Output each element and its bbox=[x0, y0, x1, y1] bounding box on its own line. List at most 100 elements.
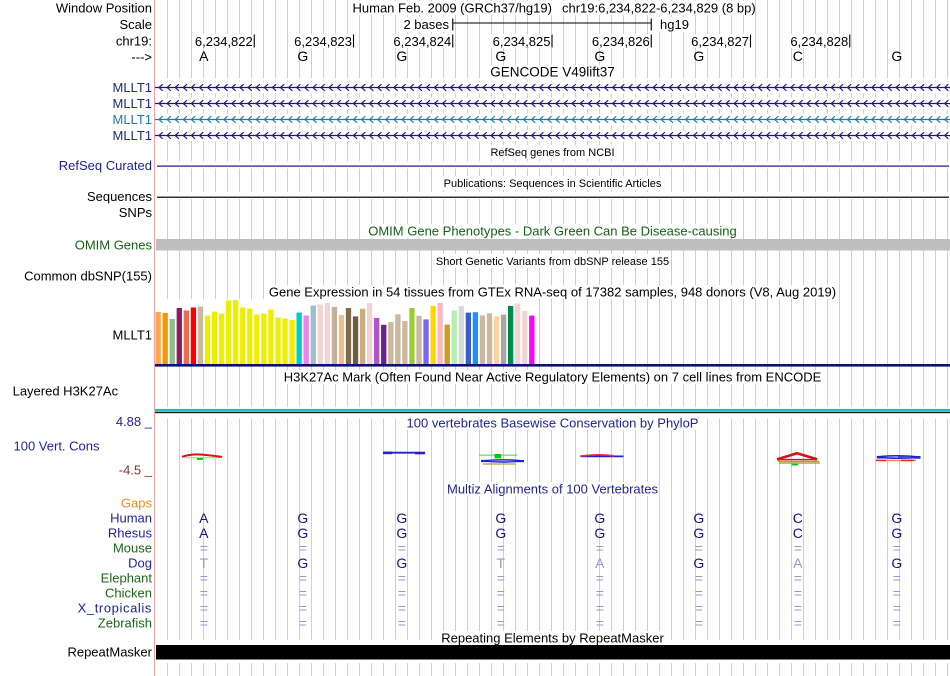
svg-text:Scale: Scale bbox=[119, 17, 152, 32]
svg-text:=: = bbox=[200, 615, 208, 631]
svg-text:6,234,825: 6,234,825 bbox=[493, 34, 551, 49]
svg-text:=: = bbox=[200, 585, 208, 601]
svg-text:X_tropicalis: X_tropicalis bbox=[78, 601, 152, 616]
svg-text:100 vertebrates Basewise Conse: 100 vertebrates Basewise Conservation by… bbox=[407, 416, 699, 431]
svg-text:=: = bbox=[695, 540, 703, 556]
svg-text:=: = bbox=[497, 615, 505, 631]
svg-text:MLLT1: MLLT1 bbox=[113, 328, 153, 343]
svg-text:MLLT1: MLLT1 bbox=[113, 80, 153, 95]
svg-text:=: = bbox=[497, 570, 505, 586]
svg-text:Publications: Sequences in Sci: Publications: Sequences in Scientific Ar… bbox=[444, 178, 662, 190]
svg-text:=: = bbox=[695, 585, 703, 601]
svg-text:G: G bbox=[594, 48, 605, 64]
svg-text:=: = bbox=[596, 615, 604, 631]
svg-text:GENCODE V49lift37: GENCODE V49lift37 bbox=[490, 65, 615, 80]
svg-text:=: = bbox=[893, 570, 901, 586]
svg-text:H3K27Ac Mark (Often Found Near: H3K27Ac Mark (Often Found Near Active Re… bbox=[284, 370, 822, 385]
svg-text:=: = bbox=[497, 600, 505, 616]
svg-text:G: G bbox=[396, 48, 407, 64]
svg-text:=: = bbox=[299, 585, 307, 601]
svg-text:G: G bbox=[693, 555, 704, 571]
svg-text:C: C bbox=[793, 48, 803, 64]
svg-text:MLLT1: MLLT1 bbox=[113, 128, 153, 143]
svg-text:=: = bbox=[299, 540, 307, 556]
svg-text:OMIM Genes: OMIM Genes bbox=[75, 238, 153, 253]
svg-text:=: = bbox=[398, 570, 406, 586]
svg-text:=: = bbox=[497, 540, 505, 556]
svg-text:G: G bbox=[495, 510, 506, 526]
svg-text:A: A bbox=[793, 555, 803, 571]
svg-text:6,234,823: 6,234,823 bbox=[294, 34, 352, 49]
svg-text:G: G bbox=[396, 555, 407, 571]
svg-text:G: G bbox=[297, 510, 308, 526]
svg-text:OMIM Gene Phenotypes - Dark Gr: OMIM Gene Phenotypes - Dark Green Can Be… bbox=[368, 224, 737, 239]
svg-text:=: = bbox=[596, 540, 604, 556]
svg-text:=: = bbox=[200, 570, 208, 586]
svg-text:Multiz Alignments of 100 Verte: Multiz Alignments of 100 Vertebrates bbox=[447, 482, 659, 497]
svg-text:RefSeq genes from NCBI: RefSeq genes from NCBI bbox=[490, 147, 614, 159]
svg-text:hg19: hg19 bbox=[660, 17, 689, 32]
svg-text:Dog: Dog bbox=[128, 556, 152, 571]
svg-text:SNPs: SNPs bbox=[119, 205, 153, 220]
svg-text:G: G bbox=[693, 510, 704, 526]
svg-text:6,234,824: 6,234,824 bbox=[393, 34, 451, 49]
svg-text:=: = bbox=[893, 600, 901, 616]
svg-text:A: A bbox=[199, 48, 209, 64]
svg-text:=: = bbox=[893, 540, 901, 556]
svg-text:Zebrafish: Zebrafish bbox=[98, 616, 152, 631]
svg-text:Repeating Elements by RepeatMa: Repeating Elements by RepeatMasker bbox=[441, 631, 664, 646]
svg-text:A: A bbox=[199, 510, 209, 526]
svg-text:=: = bbox=[794, 615, 802, 631]
svg-text:100 Vert. Cons: 100 Vert. Cons bbox=[14, 439, 100, 454]
svg-text:Common dbSNP(155): Common dbSNP(155) bbox=[24, 269, 152, 284]
svg-text:Window Position: Window Position bbox=[56, 1, 152, 16]
svg-text:G: G bbox=[891, 48, 902, 64]
svg-text:4.88 _: 4.88 _ bbox=[116, 414, 153, 429]
svg-text:G: G bbox=[891, 510, 902, 526]
svg-text:Gaps: Gaps bbox=[121, 496, 153, 511]
svg-text:G: G bbox=[594, 510, 605, 526]
svg-text:6,234,828: 6,234,828 bbox=[790, 34, 848, 49]
svg-text:Layered H3K27Ac: Layered H3K27Ac bbox=[13, 384, 119, 399]
svg-text:6,234,827: 6,234,827 bbox=[691, 34, 749, 49]
svg-text:=: = bbox=[794, 570, 802, 586]
svg-text:=: = bbox=[695, 615, 703, 631]
svg-text:Human: Human bbox=[110, 511, 152, 526]
svg-text:RepeatMasker: RepeatMasker bbox=[67, 645, 152, 660]
svg-text:G: G bbox=[495, 525, 506, 541]
svg-text:A: A bbox=[199, 525, 209, 541]
svg-text:T: T bbox=[497, 555, 506, 571]
svg-text:G: G bbox=[297, 555, 308, 571]
svg-text:=: = bbox=[200, 540, 208, 556]
svg-text:C: C bbox=[793, 510, 803, 526]
svg-text:Mouse: Mouse bbox=[113, 541, 152, 556]
svg-text:=: = bbox=[398, 600, 406, 616]
svg-text:=: = bbox=[596, 585, 604, 601]
svg-text:6,234,822: 6,234,822 bbox=[195, 34, 253, 49]
svg-text:Gene Expression in 54 tissues: Gene Expression in 54 tissues from GTEx … bbox=[269, 285, 836, 300]
svg-text:2 bases: 2 bases bbox=[403, 17, 449, 32]
svg-text:G: G bbox=[495, 48, 506, 64]
svg-text:=: = bbox=[398, 540, 406, 556]
svg-text:G: G bbox=[396, 510, 407, 526]
svg-text:=: = bbox=[794, 600, 802, 616]
svg-text:G: G bbox=[594, 525, 605, 541]
svg-text:=: = bbox=[794, 540, 802, 556]
svg-text:RefSeq Curated: RefSeq Curated bbox=[59, 158, 152, 173]
svg-text:=: = bbox=[893, 615, 901, 631]
svg-text:Short Genetic Variants from db: Short Genetic Variants from dbSNP releas… bbox=[436, 256, 669, 268]
svg-text:G: G bbox=[891, 555, 902, 571]
svg-text:=: = bbox=[893, 585, 901, 601]
svg-text:G: G bbox=[396, 525, 407, 541]
svg-text:G: G bbox=[693, 525, 704, 541]
svg-text:--->: ---> bbox=[131, 50, 152, 65]
svg-text:MLLT1: MLLT1 bbox=[113, 112, 153, 127]
svg-text:6,234,826: 6,234,826 bbox=[592, 34, 650, 49]
svg-text:Human Feb. 2009 (GRCh37/hg19): Human Feb. 2009 (GRCh37/hg19) bbox=[353, 1, 552, 16]
svg-text:=: = bbox=[596, 600, 604, 616]
svg-text:chr19:: chr19: bbox=[116, 34, 152, 49]
svg-text:chr19:6,234,822-6,234,829 (8 b: chr19:6,234,822-6,234,829 (8 bp) bbox=[562, 1, 756, 16]
svg-text:G: G bbox=[693, 48, 704, 64]
svg-text:=: = bbox=[398, 615, 406, 631]
svg-text:=: = bbox=[596, 570, 604, 586]
